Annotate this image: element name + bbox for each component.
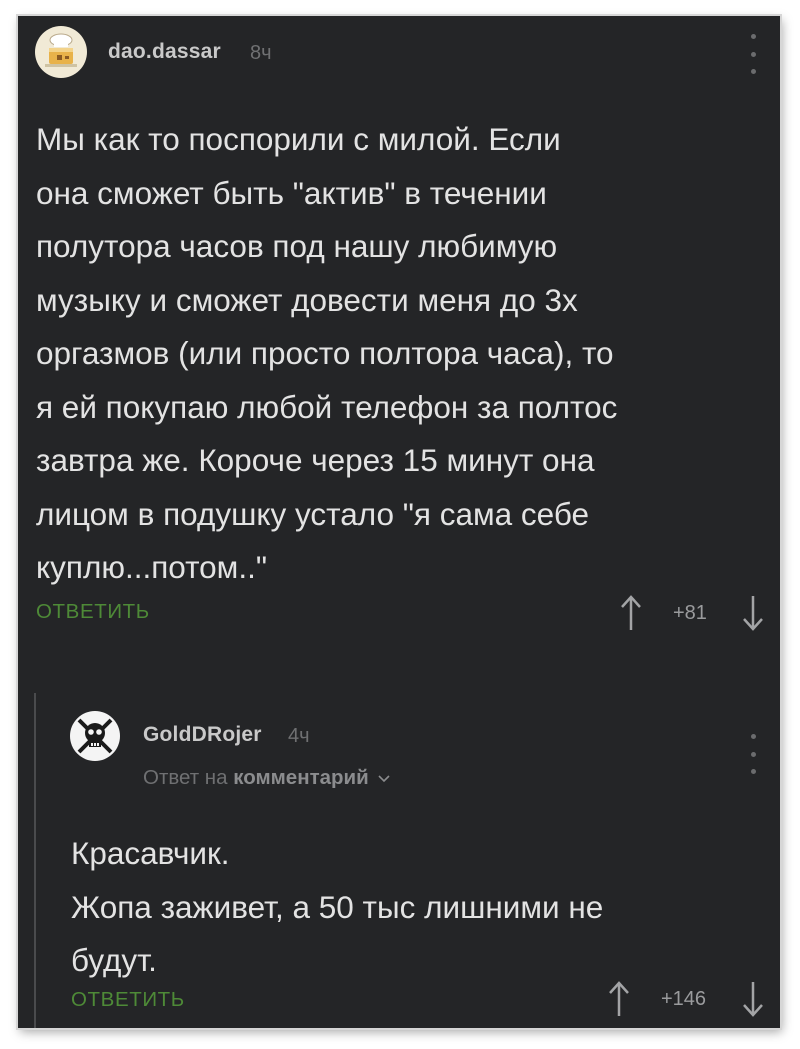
comment-rating: +146 <box>661 988 707 1010</box>
vote-up-arrow-icon[interactable] <box>608 980 630 1018</box>
reply-button[interactable]: ОТВЕТИТЬ <box>71 988 185 1012</box>
chevron-down-icon[interactable] <box>378 774 391 783</box>
reply-to-prefix: Ответ на <box>143 766 228 789</box>
avatar[interactable] <box>70 711 120 761</box>
reply-comment: GoldDRojer 4ч Ответ на комментарий Краса… <box>18 666 780 1028</box>
cake-icon <box>45 33 77 67</box>
comments-panel: dao.dassar 8ч Мы как то поспорили с мило… <box>18 16 780 1028</box>
reply-button[interactable]: ОТВЕТИТЬ <box>36 600 150 624</box>
comment-rating: +81 <box>673 602 707 624</box>
vote-down-arrow-icon[interactable] <box>742 980 764 1018</box>
vote-up-arrow-icon[interactable] <box>620 594 642 632</box>
vote-down-arrow-icon[interactable] <box>742 594 764 632</box>
reply-to-comment-link[interactable]: комментарий <box>233 766 369 789</box>
more-menu-icon[interactable] <box>741 34 765 74</box>
comment-text: Красавчик. Жопа заживет, а 50 тыс лишним… <box>71 835 604 978</box>
more-menu-icon[interactable] <box>741 734 765 774</box>
comment-time: 4ч <box>288 725 310 747</box>
reply-to-indicator: Ответ на комментарий <box>143 766 391 790</box>
pirate-skull-icon <box>77 718 113 754</box>
avatar[interactable] <box>35 26 87 78</box>
comment-author[interactable]: GoldDRojer <box>143 723 262 747</box>
comment-text: Мы как то поспорили с милой. Если она см… <box>36 121 618 585</box>
comment: dao.dassar 8ч Мы как то поспорили с мило… <box>18 16 780 666</box>
thread-line[interactable] <box>34 693 36 1028</box>
comment-author[interactable]: dao.dassar <box>108 40 221 64</box>
comment-time: 8ч <box>250 42 272 64</box>
